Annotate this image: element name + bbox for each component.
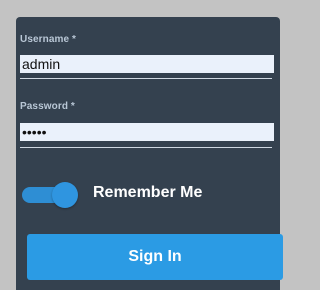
username-label: Username * xyxy=(20,34,77,45)
password-label: Password * xyxy=(20,101,75,112)
sign-in-button[interactable]: Sign In xyxy=(27,234,283,280)
password-underline xyxy=(20,147,272,148)
remember-me-toggle[interactable] xyxy=(22,182,80,208)
username-input[interactable] xyxy=(20,55,274,73)
password-input[interactable] xyxy=(20,123,274,141)
username-underline xyxy=(20,78,272,79)
toggle-knob xyxy=(52,182,78,208)
remember-me-label[interactable]: Remember Me xyxy=(93,184,202,202)
